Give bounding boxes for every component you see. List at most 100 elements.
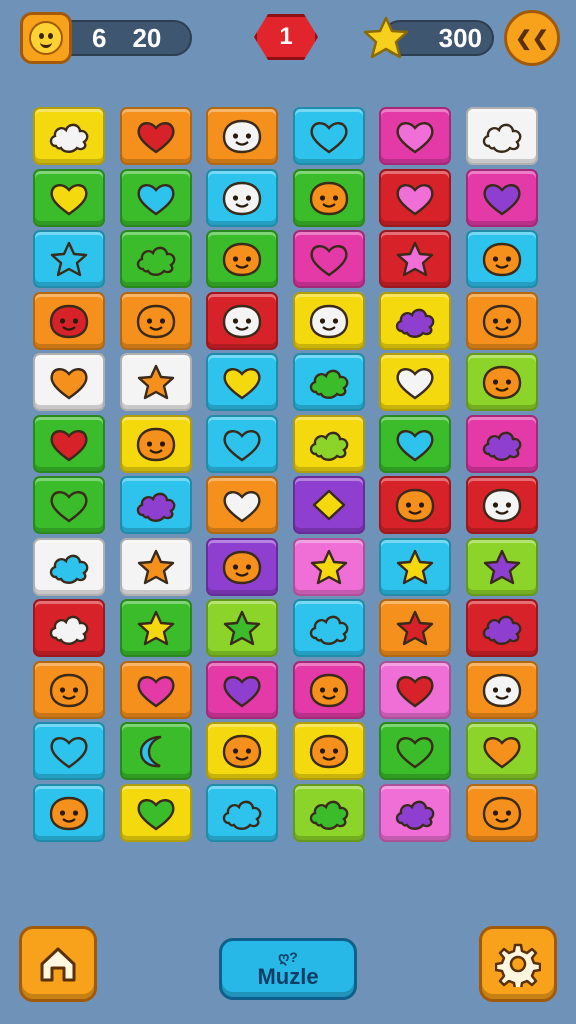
board-tile[interactable] [33, 168, 105, 227]
board-tile[interactable] [33, 599, 105, 657]
face-icon [309, 734, 348, 769]
star-icon [223, 610, 261, 646]
board-tile[interactable] [119, 107, 192, 165]
board-tile[interactable] [465, 722, 538, 780]
board-tile[interactable] [292, 414, 365, 473]
board-tile[interactable] [465, 783, 538, 842]
board-tile[interactable] [292, 783, 365, 842]
board-tile[interactable] [119, 537, 192, 596]
cloud-icon [309, 431, 348, 461]
board-tile[interactable] [379, 660, 451, 719]
board-tile[interactable] [292, 599, 365, 657]
rewind-button[interactable]: ❮❮ [504, 10, 560, 66]
board-tile[interactable] [206, 414, 278, 473]
board-tile[interactable] [33, 107, 105, 165]
board-tile[interactable] [292, 168, 365, 227]
board-tile[interactable] [33, 660, 105, 719]
board-tile[interactable] [206, 168, 278, 227]
board-tile[interactable] [465, 414, 538, 473]
board-tile[interactable] [119, 476, 192, 534]
board-tile[interactable] [379, 230, 451, 288]
heart-icon [136, 798, 175, 830]
board-tile[interactable] [119, 230, 192, 288]
board-tile[interactable] [119, 291, 192, 350]
heart-icon [482, 737, 521, 769]
board-tile[interactable] [379, 353, 451, 411]
cloud-icon [136, 492, 175, 522]
cloud-icon [49, 554, 89, 584]
board-tile[interactable] [292, 353, 365, 411]
board-tile[interactable] [33, 414, 105, 473]
board-tile[interactable] [292, 291, 365, 350]
board-tile[interactable] [206, 783, 278, 842]
face-icon [309, 304, 348, 338]
board-tile[interactable] [292, 107, 365, 165]
board-tile[interactable] [33, 291, 105, 350]
face-icon [136, 427, 175, 461]
board-tile[interactable] [292, 537, 365, 596]
board-tile[interactable] [33, 537, 105, 596]
board-tile[interactable] [206, 660, 278, 719]
board-tile[interactable] [206, 291, 278, 350]
face-icon [482, 242, 521, 277]
board-tile[interactable] [465, 230, 538, 288]
board-tile[interactable] [465, 660, 538, 719]
heart-icon [223, 491, 261, 523]
board-tile[interactable] [206, 476, 278, 534]
board-tile[interactable] [33, 476, 105, 534]
board-tile[interactable] [379, 414, 451, 473]
board-tile[interactable] [119, 660, 192, 719]
board-tile[interactable] [119, 168, 192, 227]
board-tile[interactable] [292, 476, 365, 534]
heart-icon [396, 737, 434, 769]
board-tile[interactable] [206, 599, 278, 657]
board-tile[interactable] [379, 168, 451, 227]
face-icon [222, 734, 262, 769]
board-tile[interactable] [206, 107, 278, 165]
board-tile[interactable] [119, 783, 192, 842]
board-tile[interactable] [379, 599, 451, 657]
board-tile[interactable] [119, 414, 192, 473]
board-tile[interactable] [33, 353, 105, 411]
level-badge: 1 [254, 14, 318, 60]
settings-button[interactable] [479, 926, 557, 1002]
board-tile[interactable] [465, 537, 538, 596]
board-tile[interactable] [33, 783, 105, 842]
puzzle-button[interactable]: ღ? Muzle [219, 938, 357, 1000]
board-tile[interactable] [292, 230, 365, 288]
board-tile[interactable] [119, 722, 192, 780]
board-tile[interactable] [379, 783, 451, 842]
board-tile[interactable] [379, 291, 451, 350]
board-tile[interactable] [465, 476, 538, 534]
board-tile[interactable] [292, 660, 365, 719]
board-tile[interactable] [33, 722, 105, 780]
board-tile[interactable] [465, 599, 538, 657]
board-tile[interactable] [379, 537, 451, 596]
board-tile[interactable] [119, 599, 192, 657]
heart-icon [136, 675, 175, 707]
board-tile[interactable] [465, 168, 538, 227]
board-tile[interactable] [465, 107, 538, 165]
board-tile[interactable] [206, 537, 278, 596]
board-tile[interactable] [206, 722, 278, 780]
board-tile[interactable] [33, 230, 105, 288]
heart-icon [50, 368, 88, 400]
cloud-icon [49, 615, 89, 645]
home-button[interactable] [19, 926, 97, 1002]
heart-icon [309, 122, 348, 154]
board-tile[interactable] [206, 353, 278, 411]
board-tile[interactable] [465, 291, 538, 350]
smiley-face-icon[interactable] [20, 12, 72, 64]
board-tile[interactable] [379, 476, 451, 534]
board-tile[interactable] [119, 353, 192, 411]
face-icon [222, 181, 262, 215]
board-tile[interactable] [465, 353, 538, 411]
cloud-icon [49, 123, 89, 153]
heart-icon [50, 429, 88, 461]
board-tile[interactable] [379, 722, 451, 780]
board-tile[interactable] [292, 722, 365, 780]
board-tile[interactable] [379, 107, 451, 165]
face-icon [482, 796, 521, 830]
board-tile[interactable] [206, 230, 278, 288]
heart-icon [396, 183, 434, 215]
